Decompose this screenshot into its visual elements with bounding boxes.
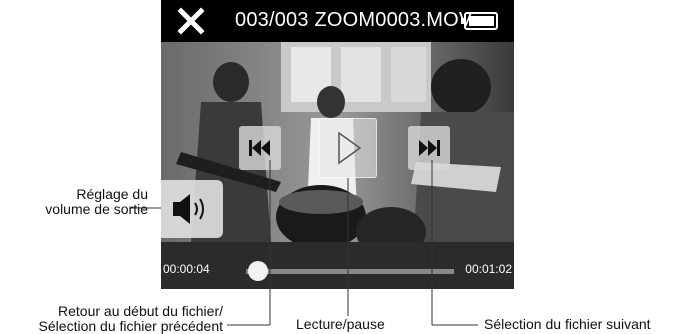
seek-knob[interactable] (248, 261, 269, 281)
previous-button[interactable] (239, 126, 281, 170)
file-title: 003/003 ZOOM0003.MOV (235, 9, 473, 31)
total-time: 00:01:02 (465, 262, 512, 276)
next-button[interactable] (408, 126, 450, 170)
close-x-icon[interactable] (177, 7, 205, 35)
callout-volume-line2: volume de sortie (45, 201, 148, 217)
speaker-volume-icon (173, 194, 204, 224)
skip-previous-icon (249, 140, 270, 156)
battery-icon (461, 12, 498, 30)
progress-bar-area: 00:00:04 00:01:02 (161, 255, 514, 289)
callout-play: Lecture/pause (296, 316, 385, 332)
callout-previous-line1: Retour au début du fichier/ (58, 303, 223, 319)
play-pause-button[interactable] (319, 118, 377, 178)
callout-previous-line2: Sélection du fichier précédent (38, 318, 223, 334)
play-icon (338, 131, 362, 165)
callout-volume-line1: Réglage du (76, 186, 148, 202)
callout-next: Sélection du fichier suivant (484, 316, 651, 332)
callout-volume: Réglage du volume de sortie (0, 187, 148, 217)
top-bar: 003/003 ZOOM0003.MOV (161, 0, 514, 42)
volume-button[interactable] (161, 180, 223, 238)
callout-previous: Retour au début du fichier/ Sélection du… (0, 304, 223, 334)
skip-next-icon (419, 140, 440, 156)
seek-track[interactable] (246, 269, 454, 274)
elapsed-time: 00:00:04 (163, 262, 210, 276)
device-screen: 003/003 ZOOM0003.MOV 00:00:04 00:01:02 (161, 0, 514, 289)
